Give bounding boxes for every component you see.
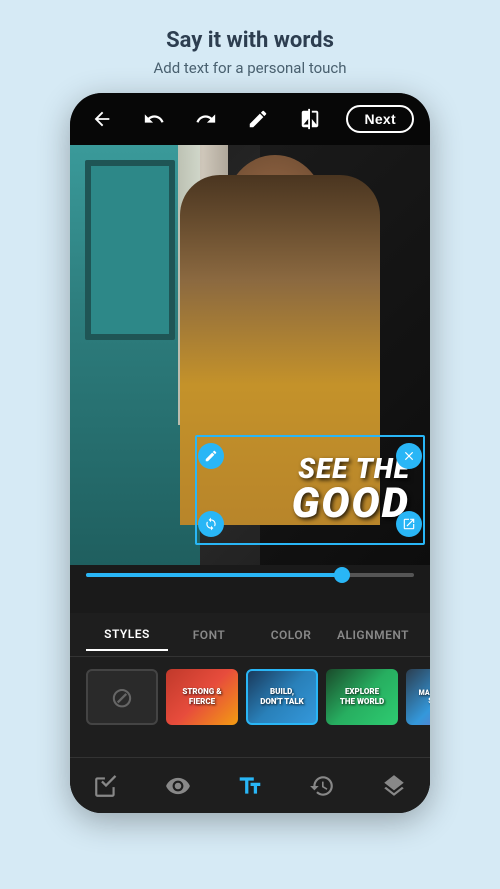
compare-button[interactable] bbox=[294, 103, 326, 135]
bottom-nav bbox=[70, 757, 430, 813]
style-strong-fierce[interactable]: STRONG &FIERCE bbox=[166, 669, 238, 725]
undo-button[interactable] bbox=[138, 103, 170, 135]
handle-close[interactable] bbox=[396, 443, 422, 469]
style-build-dont-talk[interactable]: BUILD,DON'T TALK bbox=[246, 669, 318, 725]
top-bar-right: Next bbox=[346, 105, 414, 133]
back-button[interactable] bbox=[86, 103, 118, 135]
nav-history[interactable] bbox=[300, 764, 344, 808]
overlay-text-line2: GOOD bbox=[210, 483, 410, 525]
nav-sticker[interactable] bbox=[84, 764, 128, 808]
bottom-panel: STYLES FONT COLOR ALIGNMENT ⊘ STRONG &FI… bbox=[70, 613, 430, 813]
style-none[interactable]: ⊘ bbox=[86, 669, 158, 725]
top-bar: Next bbox=[70, 93, 430, 145]
top-bar-center bbox=[138, 103, 326, 135]
phone-frame: Next SEE bbox=[70, 93, 430, 813]
style-explore-world[interactable]: EXPLORETHE WORLD bbox=[326, 669, 398, 725]
photo-area: SEE THE GOOD bbox=[70, 145, 430, 565]
tabs-row: STYLES FONT COLOR ALIGNMENT bbox=[70, 613, 430, 657]
nav-eye[interactable] bbox=[156, 764, 200, 808]
tab-alignment[interactable]: ALIGNMENT bbox=[332, 620, 414, 650]
nav-layers[interactable] bbox=[372, 764, 416, 808]
next-button[interactable]: Next bbox=[346, 105, 414, 133]
style-make-it[interactable]: MAKE IT SIG...SIGNIF... bbox=[406, 669, 430, 725]
text-overlay[interactable]: SEE THE GOOD bbox=[210, 455, 410, 525]
pen-button[interactable] bbox=[242, 103, 274, 135]
slider-area[interactable] bbox=[86, 565, 414, 585]
tab-font[interactable]: FONT bbox=[168, 620, 250, 650]
page-title: Say it with words bbox=[153, 28, 346, 53]
nav-text[interactable] bbox=[228, 764, 272, 808]
tab-color[interactable]: COLOR bbox=[250, 620, 332, 650]
handle-edit[interactable] bbox=[198, 443, 224, 469]
tab-styles[interactable]: STYLES bbox=[86, 619, 168, 651]
page-header: Say it with words Add text for a persona… bbox=[133, 0, 366, 93]
handle-scale[interactable] bbox=[396, 511, 422, 537]
redo-button[interactable] bbox=[190, 103, 222, 135]
top-bar-left bbox=[86, 103, 118, 135]
styles-row: ⊘ STRONG &FIERCE BUILD,DON'T TALK EXPLOR… bbox=[70, 657, 430, 737]
page-subtitle: Add text for a personal touch bbox=[153, 59, 346, 77]
handle-rotate[interactable] bbox=[198, 511, 224, 537]
